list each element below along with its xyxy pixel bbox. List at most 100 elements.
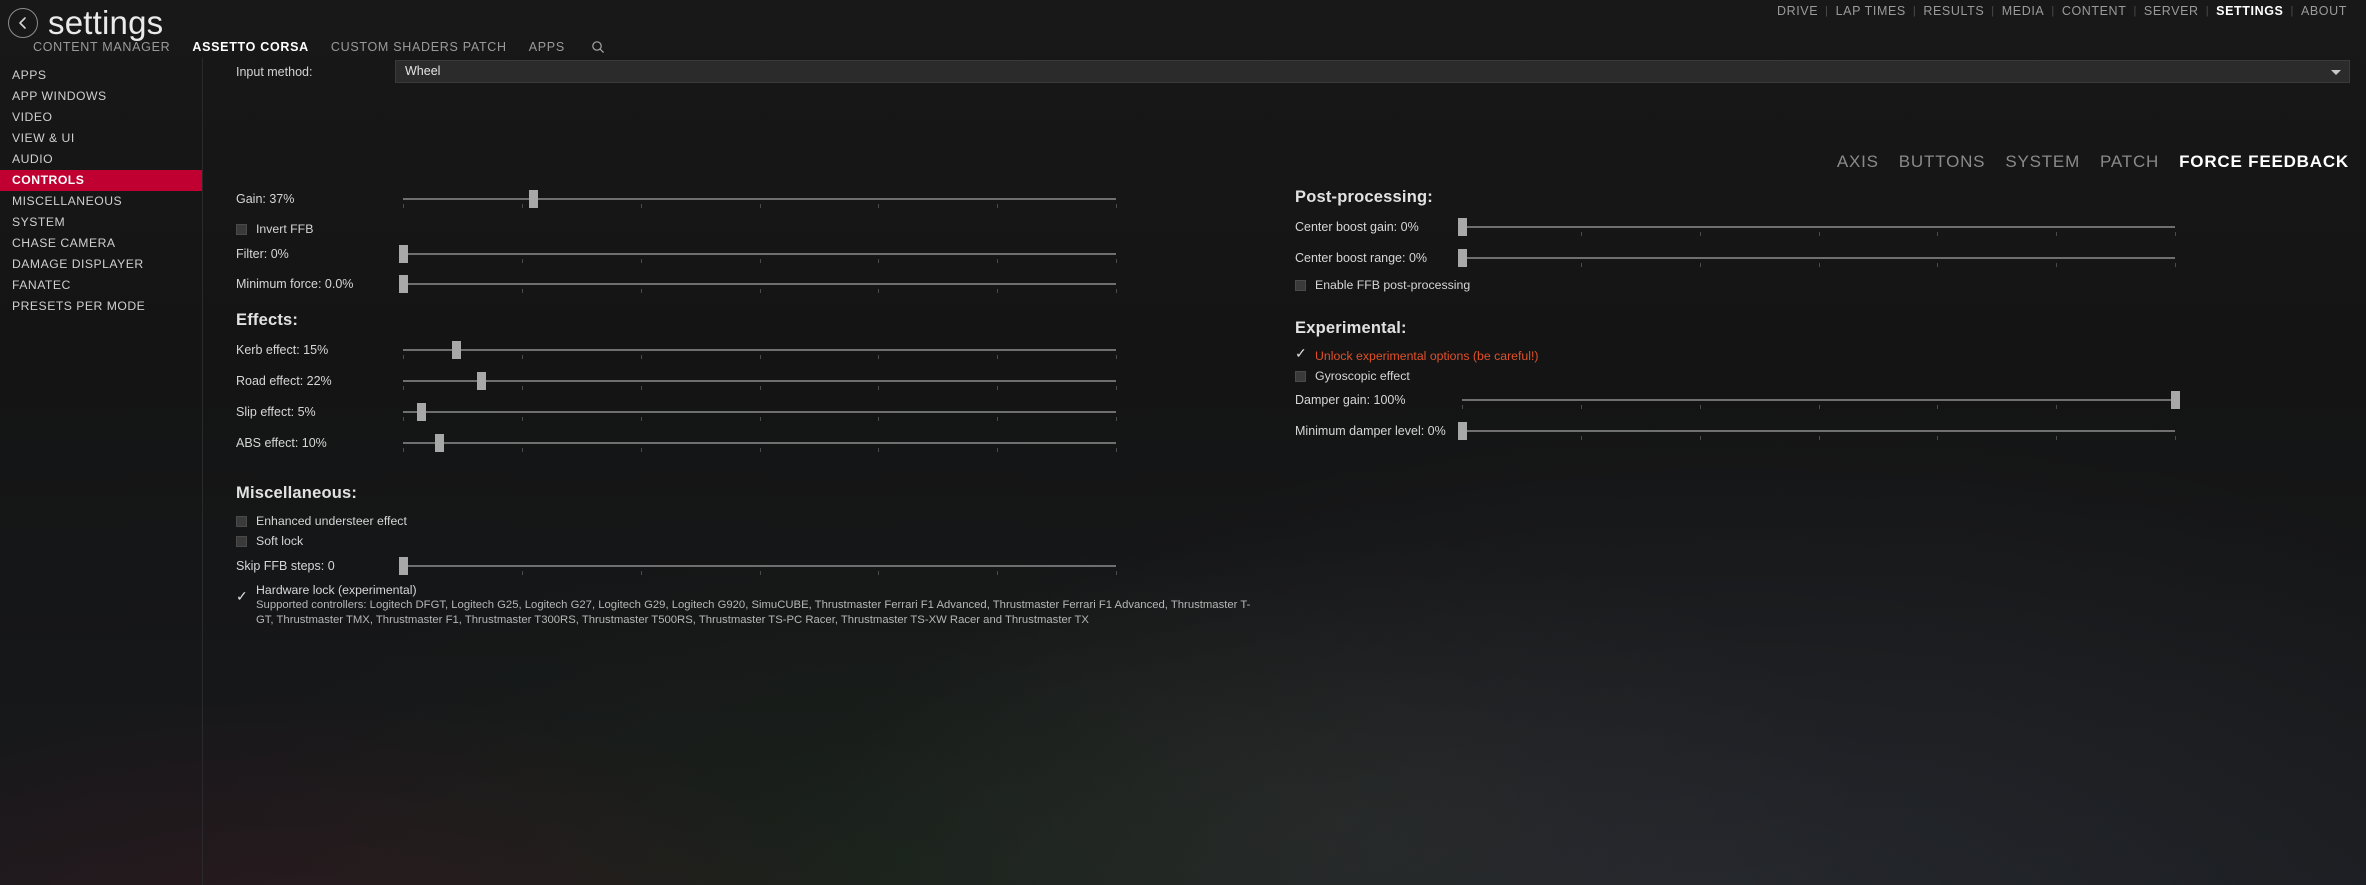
invert-ffb-checkbox[interactable]: Invert FFB xyxy=(236,219,1116,239)
filter-slider[interactable] xyxy=(399,243,1117,265)
ffb-tab-system[interactable]: SYSTEM xyxy=(2005,152,2080,172)
slider-thumb[interactable] xyxy=(529,190,539,208)
ffb-tab-patch[interactable]: PATCH xyxy=(2100,152,2159,172)
kerb-effect-label: Kerb effect: 15% xyxy=(236,343,329,357)
hardware-lock-title: Hardware lock (experimental) xyxy=(256,583,417,597)
hardware-lock-checkbox[interactable]: Hardware lock (experimental) Supported co… xyxy=(236,583,1250,628)
soft-lock-checkbox[interactable]: Soft lock xyxy=(236,531,1116,551)
effects-sliders: Kerb effect: 15% Road effect: 22% Slip eff… xyxy=(236,339,1117,454)
nav-item-server[interactable]: SERVER xyxy=(2137,0,2206,22)
slider-thumb[interactable] xyxy=(1458,422,1467,440)
sidebar-item-video[interactable]: VIDEO xyxy=(0,107,202,128)
slider-thumb[interactable] xyxy=(399,245,408,263)
minimum-force-row: Minimum force: 0.0% xyxy=(236,273,1117,295)
nav-item-lap-times[interactable]: LAP TIMES xyxy=(1829,0,1913,22)
sidebar-item-presets-per-mode[interactable]: PRESETS PER MODE xyxy=(0,296,202,317)
unlock-experimental-checkbox[interactable]: Unlock experimental options (be careful!… xyxy=(1295,346,2175,366)
slider-track xyxy=(403,349,1116,351)
nav-item-content[interactable]: CONTENT xyxy=(2055,0,2134,22)
ffb-tab-axis[interactable]: AXIS xyxy=(1837,152,1879,172)
road-effect-row: Road effect: 22% xyxy=(236,370,1117,392)
search-icon[interactable] xyxy=(591,40,605,54)
slider-thumb[interactable] xyxy=(1458,218,1467,236)
slider-ticks xyxy=(403,204,1117,209)
slider-thumb[interactable] xyxy=(452,341,462,359)
sidebar-item-damage-displayer[interactable]: DAMAGE DISPLAYER xyxy=(0,254,202,275)
sidebar-item-controls[interactable]: CONTROLS xyxy=(0,170,202,191)
chevron-down-icon xyxy=(2331,70,2341,75)
slider-track xyxy=(403,442,1116,444)
slip-effect-slider[interactable] xyxy=(403,401,1117,423)
sidebar-item-view-ui[interactable]: VIEW & UI xyxy=(0,128,202,149)
road-effect-slider[interactable] xyxy=(403,370,1117,392)
sub-tab-assetto-corsa[interactable]: ASSETTO CORSA xyxy=(192,40,309,54)
slider-thumb[interactable] xyxy=(434,434,444,452)
checkbox-icon[interactable] xyxy=(1295,346,1307,362)
slip-effect-label: Slip effect: 5% xyxy=(236,405,316,419)
sidebar-item-system[interactable]: SYSTEM xyxy=(0,212,202,233)
sub-tab-content-manager[interactable]: CONTENT MANAGER xyxy=(33,40,170,54)
sidebar-item-apps[interactable]: APPS xyxy=(0,65,202,86)
ffb-tab-force-feedback[interactable]: FORCE FEEDBACK xyxy=(2179,152,2349,172)
damper-gain-row: Damper gain: 100% xyxy=(1295,389,2180,411)
slider-thumb[interactable] xyxy=(399,557,408,575)
input-method-row: Input method: Wheel xyxy=(203,58,2366,86)
sidebar-item-chase-camera[interactable]: CHASE CAMERA xyxy=(0,233,202,254)
checkbox-icon[interactable] xyxy=(1295,370,1306,382)
slider-thumb[interactable] xyxy=(399,275,408,293)
sidebar-item-fanatec[interactable]: FANATEC xyxy=(0,275,202,296)
gain-row: Gain: 37% xyxy=(236,188,1117,210)
slider-ticks xyxy=(1462,232,2176,237)
enhanced-understeer-checkbox[interactable]: Enhanced understeer effect xyxy=(236,511,1116,531)
checkbox-icon[interactable] xyxy=(236,589,248,605)
gain-slider[interactable] xyxy=(403,188,1117,210)
miscellaneous-group: Enhanced understeer effect Soft lock Skip … xyxy=(236,511,1250,628)
sidebar-item-miscellaneous[interactable]: MISCELLANEOUS xyxy=(0,191,202,212)
sub-tab-apps[interactable]: APPS xyxy=(529,40,565,54)
input-method-select[interactable]: Wheel xyxy=(395,60,2350,83)
kerb-effect-slider[interactable] xyxy=(403,339,1117,361)
right-settings-column: Post-processing: Center boost gain: 0% Ce… xyxy=(1295,188,2180,442)
center-boost-gain-slider[interactable] xyxy=(1458,216,2176,238)
center-boost-range-slider[interactable] xyxy=(1458,247,2176,269)
nav-item-about[interactable]: ABOUT xyxy=(2294,0,2354,22)
sub-tab-custom-shaders-patch[interactable]: CUSTOM SHADERS PATCH xyxy=(331,40,507,54)
back-arrow-icon[interactable] xyxy=(8,8,38,38)
hardware-lock-text: Hardware lock (experimental) Supported co… xyxy=(256,583,1256,628)
ffb-tab-buttons[interactable]: BUTTONS xyxy=(1899,152,1986,172)
sidebar-item-audio[interactable]: AUDIO xyxy=(0,149,202,170)
enable-ffb-post-processing-checkbox[interactable]: Enable FFB post-processing xyxy=(1295,275,2175,295)
minimum-force-label: Minimum force: 0.0% xyxy=(236,277,354,291)
top-bar: settings DRIVE | LAP TIMES | RESULTS | MEDIA | C… xyxy=(0,0,2366,58)
minimum-damper-level-slider[interactable] xyxy=(1458,420,2176,442)
slider-track xyxy=(403,283,1116,285)
slider-ticks xyxy=(403,448,1117,453)
experimental-heading: Experimental: xyxy=(1295,319,1407,337)
sidebar: APPS APP WINDOWS VIDEO VIEW & UI AUDIO CONTRO… xyxy=(0,58,203,885)
checkbox-icon[interactable] xyxy=(236,515,247,527)
slider-thumb[interactable] xyxy=(416,403,426,421)
center-boost-range-row: Center boost range: 0% xyxy=(1295,247,2176,269)
slider-thumb[interactable] xyxy=(477,372,487,390)
slider-thumb[interactable] xyxy=(1458,249,1467,267)
slider-track xyxy=(1462,430,2175,432)
checkbox-icon[interactable] xyxy=(236,535,247,547)
nav-item-settings[interactable]: SETTINGS xyxy=(2209,0,2290,22)
nav-item-drive[interactable]: DRIVE xyxy=(1770,0,1825,22)
slider-thumb[interactable] xyxy=(2171,391,2180,409)
checkbox-icon[interactable] xyxy=(236,223,247,235)
input-method-label: Input method: xyxy=(236,65,313,79)
checkbox-icon[interactable] xyxy=(1295,279,1306,291)
input-method-value: Wheel xyxy=(405,64,441,78)
gyroscopic-effect-checkbox[interactable]: Gyroscopic effect xyxy=(1295,366,2175,386)
nav-item-results[interactable]: RESULTS xyxy=(1916,0,1991,22)
abs-effect-slider[interactable] xyxy=(403,432,1117,454)
damper-gain-slider[interactable] xyxy=(1462,389,2180,411)
center-boost-range-label: Center boost range: 0% xyxy=(1295,251,1428,265)
sidebar-item-app-windows[interactable]: APP WINDOWS xyxy=(0,86,202,107)
skip-ffb-steps-slider[interactable] xyxy=(399,555,1117,577)
minimum-force-slider[interactable] xyxy=(399,273,1117,295)
nav-item-media[interactable]: MEDIA xyxy=(1995,0,2052,22)
